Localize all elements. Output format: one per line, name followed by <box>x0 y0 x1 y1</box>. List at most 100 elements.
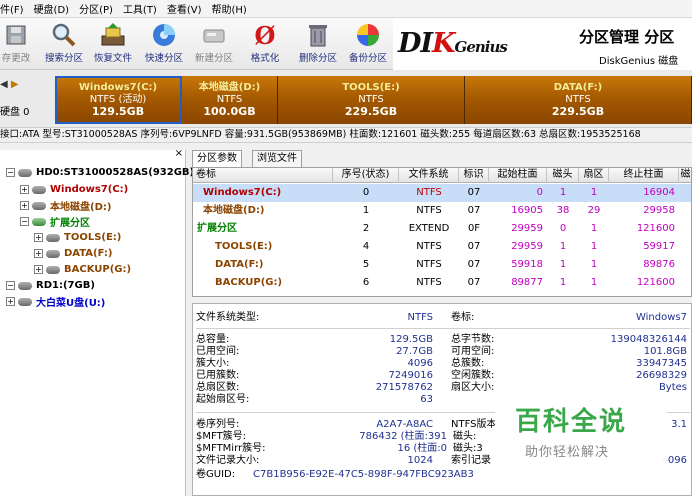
expand-icon[interactable]: + <box>6 297 15 306</box>
search-partition-button[interactable]: 搜索分区 <box>40 20 88 68</box>
table-row[interactable]: Windows7(C:) 0 NTFS 07 0 1 1 16904 <box>193 184 691 202</box>
row-end: 16904 <box>643 187 675 198</box>
row-id: 07 <box>467 241 481 252</box>
menu-disk[interactable]: 硬盘(D) <box>34 1 70 16</box>
row-sector: 1 <box>590 241 598 252</box>
partition-bar: Windows7(C:) NTFS (活动) 129.5GB 本地磁盘(D:) … <box>55 76 692 124</box>
menu-bar: 件(F) 硬盘(D) 分区(P) 工具(T) 查看(V) 帮助(H) <box>0 0 692 18</box>
row-end: 121600 <box>636 223 675 234</box>
menu-help[interactable]: 帮助(H) <box>212 1 247 16</box>
menu-view[interactable]: 查看(V) <box>167 1 202 16</box>
row-start: 16905 <box>511 205 543 216</box>
delete-partition-icon <box>305 22 331 48</box>
partition-icon <box>32 201 46 210</box>
backup-partition-icon <box>355 22 381 48</box>
row-num: 1 <box>362 205 370 216</box>
table-row[interactable]: TOOLS(E:) 4 NTFS 07 29959 1 1 59917 <box>193 238 691 256</box>
row-end: 89876 <box>643 259 675 270</box>
partition-block-e[interactable]: TOOLS(E:) NTFS 229.5GB <box>278 76 465 124</box>
harddisk-icon <box>18 168 32 177</box>
tree-node-rd1[interactable]: − RD1:(7GB) <box>6 278 95 293</box>
menu-file[interactable]: 件(F) <box>0 1 24 16</box>
harddisk-icon <box>18 281 32 290</box>
tree-node-e[interactable]: + TOOLS(E:) <box>34 230 121 245</box>
row-num: 5 <box>362 259 370 270</box>
prev-disk-icon[interactable]: ◀ <box>0 79 8 90</box>
partition-icon <box>46 265 60 274</box>
row-id: 07 <box>467 277 481 288</box>
row-head: 1 <box>559 241 567 252</box>
tree-node-hd0[interactable]: − HD0:ST31000528AS(932GB) <box>6 165 194 180</box>
brand-subtitle: DiskGenius 磁盘 <box>599 56 679 67</box>
row-start: 59918 <box>511 259 543 270</box>
row-fs: NTFS <box>416 205 442 216</box>
tab-partition-params[interactable]: 分区参数 <box>192 150 242 167</box>
collapse-icon[interactable]: − <box>20 217 29 226</box>
row-num: 4 <box>362 241 370 252</box>
row-volume-label: TOOLS(E:) <box>215 241 273 252</box>
row-volume-label: 本地磁盘(D:) <box>203 205 265 216</box>
table-row[interactable]: BACKUP(G:) 6 NTFS 07 89877 1 1 121600 <box>193 274 691 292</box>
table-row[interactable]: 扩展分区 2 EXTEND 0F 29959 0 1 121600 <box>193 220 691 238</box>
row-head: 1 <box>559 277 567 288</box>
row-head: 1 <box>559 187 567 198</box>
table-row[interactable]: 本地磁盘(D:) 1 NTFS 07 16905 38 29 29958 <box>193 202 691 220</box>
row-fs: NTFS <box>416 241 442 252</box>
partition-block-d[interactable]: 本地磁盘(D:) NTFS 100.0GB <box>182 76 278 124</box>
expand-icon[interactable]: + <box>34 265 43 274</box>
tree-node-g[interactable]: + BACKUP(G:) <box>34 262 131 277</box>
row-id: 0F <box>467 223 481 234</box>
search-partition-icon <box>51 22 77 48</box>
row-volume-label: BACKUP(G:) <box>215 277 283 288</box>
partition-block-c[interactable]: Windows7(C:) NTFS (活动) 129.5GB <box>55 76 182 124</box>
tree-node-u[interactable]: + 大白菜U盘(U:) <box>6 294 105 309</box>
new-partition-button[interactable]: 新建分区 <box>190 20 238 68</box>
row-start: 0 <box>536 187 543 198</box>
fs-type-value: NTFS <box>407 312 433 323</box>
expand-icon[interactable]: + <box>20 201 29 210</box>
brand-title: 分区管理 分区 <box>579 28 675 46</box>
save-changes-icon <box>3 22 29 48</box>
row-id: 07 <box>467 259 481 270</box>
partition-block-f[interactable]: DATA(F:) NTFS 229.5GB <box>465 76 692 124</box>
save-changes-button[interactable]: 存更改 <box>0 20 40 68</box>
tree-node-f[interactable]: + DATA(F:) <box>34 246 112 261</box>
expand-icon[interactable]: + <box>34 249 43 258</box>
row-sector: 29 <box>587 205 601 216</box>
extended-partition-icon <box>32 217 46 226</box>
tree-node-d[interactable]: + 本地磁盘(D:) <box>20 198 111 213</box>
backup-partition-button[interactable]: 备份分区 <box>344 20 392 68</box>
collapse-icon[interactable]: − <box>6 281 15 290</box>
next-disk-icon[interactable]: ▶ <box>11 79 19 90</box>
collapse-icon[interactable]: − <box>6 168 15 177</box>
disk-label: 硬盘 0 <box>0 107 30 118</box>
tree-node-extended[interactable]: − 扩展分区 <box>20 214 90 229</box>
row-sector: 1 <box>590 259 598 270</box>
delete-partition-button[interactable]: 删除分区 <box>294 20 342 68</box>
table-row[interactable]: DATA(F:) 5 NTFS 07 59918 1 1 89876 <box>193 256 691 274</box>
row-end: 29958 <box>643 205 675 216</box>
watermark-slogan: 助你轻松解决 <box>525 445 610 460</box>
quick-partition-button[interactable]: 快速分区 <box>140 20 188 68</box>
tab-browse-files[interactable]: 浏览文件 <box>252 150 302 167</box>
partition-icon <box>18 297 32 306</box>
row-sector: 1 <box>590 187 598 198</box>
tree-node-c[interactable]: + Windows7(C:) <box>20 182 128 197</box>
expand-icon[interactable]: + <box>34 233 43 242</box>
row-head: 0 <box>559 223 567 234</box>
row-num: 0 <box>362 187 370 198</box>
partition-icon <box>46 249 60 258</box>
row-id: 07 <box>467 205 481 216</box>
row-start: 29959 <box>511 223 543 234</box>
menu-tools[interactable]: 工具(T) <box>123 1 157 16</box>
partition-icon <box>32 185 46 194</box>
row-fs: NTFS <box>416 277 442 288</box>
close-panel-icon[interactable]: × <box>175 148 183 159</box>
menu-partition[interactable]: 分区(P) <box>79 1 113 16</box>
expand-icon[interactable]: + <box>20 185 29 194</box>
recover-files-button[interactable]: 恢复文件 <box>89 20 137 68</box>
format-button[interactable]: Ø 格式化 <box>241 20 289 68</box>
row-sector: 1 <box>590 277 598 288</box>
partition-icon <box>46 233 60 242</box>
row-head: 1 <box>559 259 567 270</box>
